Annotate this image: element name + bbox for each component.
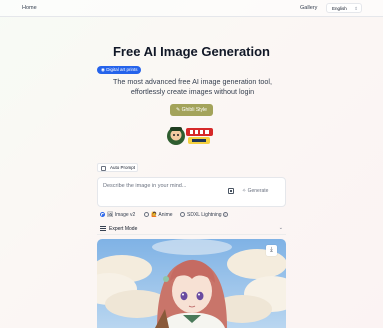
page-subtitle: The most advanced free AI image generati… xyxy=(112,77,273,96)
model-label: SDXL Lightning xyxy=(187,212,222,218)
model-option-image-v2[interactable]: 🖼 Image v2 xyxy=(100,212,135,219)
prompt-box: ✧ Generate xyxy=(97,177,286,207)
palette-icon: ✎ xyxy=(176,107,181,113)
ghibli-style-button[interactable]: ✎ Ghibli Style xyxy=(170,104,213,116)
badge-label: Digital art prints xyxy=(106,67,138,72)
generated-image-preview xyxy=(97,239,286,328)
model-option-sdxl-lightning[interactable]: SDXL Lightning i xyxy=(180,212,228,219)
digital-art-prints-badge[interactable]: ◉ Digital art prints xyxy=(97,66,142,74)
page-title: Free AI Image Generation xyxy=(112,44,270,59)
sliders-icon xyxy=(100,226,106,231)
auto-prompt-checkbox[interactable]: Auto Prompt xyxy=(97,163,138,172)
checkbox-icon[interactable] xyxy=(101,165,106,171)
expert-mode-label: Expert Mode xyxy=(109,226,138,232)
radio-icon[interactable] xyxy=(180,212,185,217)
chevron-updown-icon: ⇕ xyxy=(354,5,358,11)
generate-label: Generate xyxy=(247,188,269,194)
radio-icon[interactable] xyxy=(100,212,105,217)
language-select[interactable]: English ⇕ xyxy=(326,3,362,13)
radio-icon[interactable] xyxy=(144,212,149,217)
circle-icon: ◉ xyxy=(101,67,105,72)
person-emoji-icon: 🙋 xyxy=(151,212,158,218)
image-upload-icon[interactable] xyxy=(228,188,234,194)
nav-home-link[interactable]: Home xyxy=(22,5,37,11)
model-option-anime[interactable]: 🙋 Anime xyxy=(144,212,173,219)
language-value: English xyxy=(332,6,347,11)
auto-prompt-label: Auto Prompt xyxy=(110,165,136,170)
prompt-input[interactable] xyxy=(103,183,213,189)
top-nav-bar: Home Gallery English ⇕ xyxy=(0,0,383,17)
download-icon: ⤓ xyxy=(270,247,273,253)
ghibli-style-label: Ghibli Style xyxy=(181,107,207,113)
download-button[interactable]: ⤓ xyxy=(266,245,277,256)
chevron-down-icon: ⌄ xyxy=(278,225,283,231)
model-label: Anime xyxy=(158,212,173,218)
sponsor-logo[interactable] xyxy=(166,124,216,148)
generate-button[interactable]: ✧ Generate xyxy=(242,186,268,196)
info-icon[interactable]: i xyxy=(222,212,228,217)
sparkle-icon: ✧ xyxy=(242,188,247,194)
image-emoji-icon: 🖼 xyxy=(107,212,114,218)
nav-gallery-link[interactable]: Gallery xyxy=(300,5,317,11)
model-label: Image v2 xyxy=(114,212,136,218)
expert-mode-toggle[interactable]: Expert Mode ⌄ xyxy=(97,223,286,235)
